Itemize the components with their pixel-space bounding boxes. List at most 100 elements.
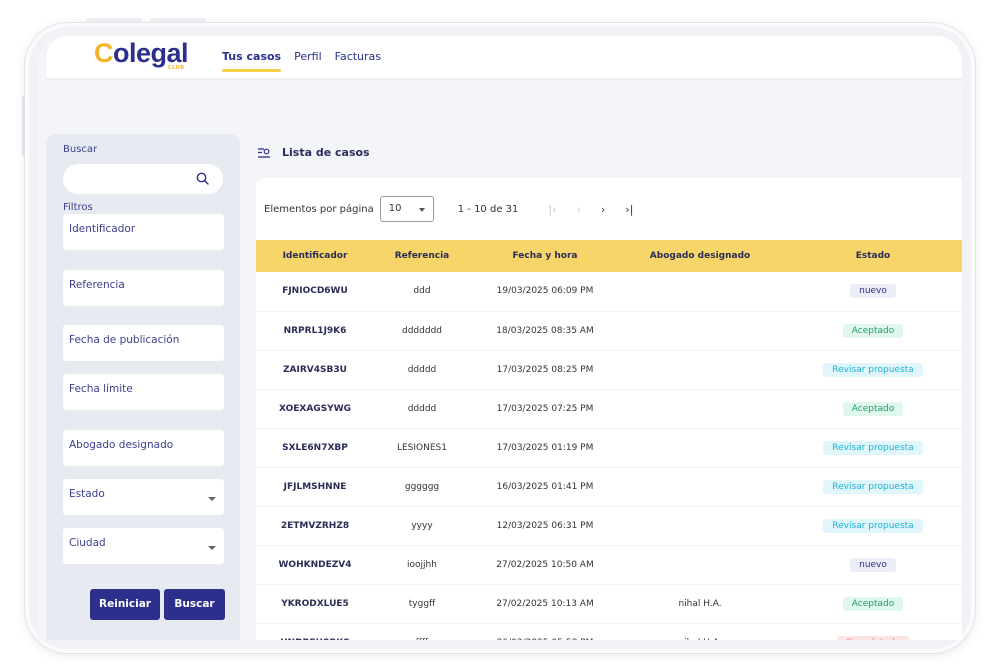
filter-abogado-designado[interactable]: Abogado designado xyxy=(63,430,224,466)
device-side-button xyxy=(22,96,25,156)
search-input[interactable] xyxy=(63,164,223,194)
cell-referencia: yyyy xyxy=(411,520,433,531)
cell-estado: Revisar propuesta xyxy=(780,428,962,467)
column-header[interactable]: Referencia xyxy=(374,240,470,272)
pagination-bar: Elementos por página 10 1 - 10 de 31 |‹ … xyxy=(264,196,633,222)
cell-identificador: ZAIRV4SB3U xyxy=(283,364,347,375)
cell-fecha: 12/03/2025 06:31 PM xyxy=(496,520,594,531)
status-badge: nuevo xyxy=(850,557,896,572)
table-row[interactable]: 2ETMVZRHZ8 yyyy 12/03/2025 06:31 PM Revisar… xyxy=(256,506,962,545)
search-label: Buscar xyxy=(63,144,98,155)
nav-item-tus-casos[interactable]: Tus casos xyxy=(222,50,282,72)
pagination-range: 1 - 10 de 31 xyxy=(457,203,519,215)
table-row[interactable]: SXLE6N7XBP LESIONES1 17/03/2025 01:19 PM Re… xyxy=(256,428,962,467)
filter-identificador[interactable]: Identificador xyxy=(63,214,224,250)
search-icon[interactable] xyxy=(196,172,209,185)
table-row[interactable]: UNDREUSBKSffff26/02/2025 05:58 PMnihal H… xyxy=(256,623,962,640)
cell-fecha: 26/02/2025 05:58 PM xyxy=(470,623,620,641)
table-row[interactable]: WOHKNDEZV4 ioojjhh 27/02/2025 10:50 AM nuev… xyxy=(256,545,962,584)
table-row[interactable]: NRPRL1J9K6 ddddddd 18/03/2025 08:35 AM Acep… xyxy=(256,311,962,350)
cell-identificador: NRPRL1J9K6 xyxy=(283,325,347,336)
device-top-button xyxy=(150,18,206,22)
cell-abogado: nihal H.A. xyxy=(678,598,722,609)
cell-referencia: ffff xyxy=(374,623,470,641)
cell-referencia: gggggg xyxy=(404,481,440,492)
cell-abogado xyxy=(620,272,780,311)
cell-estado: Completado xyxy=(780,623,962,640)
last-page-icon[interactable]: ›| xyxy=(625,203,633,216)
field-label: Abogado designado xyxy=(69,439,174,451)
table-row[interactable]: ZAIRV4SB3U ddddd 17/03/2025 08:25 PM Revisa… xyxy=(256,350,962,389)
status-badge: Aceptado xyxy=(842,596,904,611)
field-label: Fecha límite xyxy=(69,383,133,395)
chevron-down-icon xyxy=(418,208,425,212)
field-label: Ciudad xyxy=(69,537,106,549)
column-header[interactable]: Estado xyxy=(780,240,962,272)
status-badge: Revisar propuesta xyxy=(823,362,923,377)
cell-referencia: LESIONES1 xyxy=(396,442,447,453)
status-badge: Revisar propuesta xyxy=(823,479,923,494)
cell-identificador: UNDREUSBKS xyxy=(256,623,374,641)
cell-referencia: ioojjhh xyxy=(407,559,437,570)
logo-tagline: CLUB xyxy=(168,65,185,71)
cell-fecha: 17/03/2025 07:25 PM xyxy=(496,403,594,414)
filter-sidebar: Buscar Filtros Identificador Referencia … xyxy=(46,134,240,640)
nav-item-perfil[interactable]: Perfil xyxy=(294,50,322,63)
cell-identificador: 2ETMVZRHZ8 xyxy=(280,520,350,531)
column-header[interactable]: Fecha y hora xyxy=(470,240,620,272)
cell-identificador: JFJLMSHNNE xyxy=(283,481,347,492)
cell-estado: Aceptado xyxy=(780,389,962,428)
filter-estado-select[interactable]: Estado xyxy=(63,479,224,515)
status-badge: Aceptado xyxy=(842,401,904,416)
cell-fecha: 27/02/2025 10:13 AM xyxy=(496,598,594,609)
cell-identificador: XOEXAGSYWG xyxy=(278,403,352,414)
next-page-icon[interactable]: › xyxy=(601,203,605,216)
status-badge: Aceptado xyxy=(842,323,904,338)
cell-estado: Aceptado xyxy=(780,584,962,623)
cell-fecha: 19/03/2025 06:09 PM xyxy=(496,286,594,297)
cell-identificador: WOHKNDEZV4 xyxy=(278,559,352,570)
cell-fecha: 17/03/2025 08:25 PM xyxy=(496,364,594,375)
cases-table: Identificador Referencia Fecha y hora Ab… xyxy=(256,240,962,640)
cell-abogado: nihal H.A. xyxy=(620,623,780,641)
cell-estado: nuevo xyxy=(780,545,962,584)
filters-label: Filtros xyxy=(63,202,93,213)
field-label: Fecha de publicación xyxy=(69,334,180,346)
per-page-value: 10 xyxy=(388,203,402,214)
column-header[interactable]: Identificador xyxy=(256,240,374,272)
status-badge: Revisar propuesta xyxy=(823,440,923,455)
status-badge: Revisar propuesta xyxy=(823,518,923,533)
first-page-icon[interactable]: |‹ xyxy=(548,203,556,216)
cell-fecha: 18/03/2025 08:35 AM xyxy=(496,325,594,336)
cell-referencia: ddddd xyxy=(407,364,437,375)
chevron-down-icon xyxy=(208,546,216,550)
prev-page-icon[interactable]: ‹ xyxy=(576,203,580,216)
table-header-row: Identificador Referencia Fecha y hora Ab… xyxy=(256,240,962,272)
cell-abogado xyxy=(620,311,780,350)
field-label: Identificador xyxy=(69,223,136,235)
cell-abogado xyxy=(620,350,780,389)
nav-item-facturas[interactable]: Facturas xyxy=(335,50,381,63)
table-row[interactable]: FJNIOCD6WU ddd 19/03/2025 06:09 PM nuevo xyxy=(256,272,962,311)
column-header[interactable]: Abogado designado xyxy=(620,240,780,272)
filter-referencia[interactable]: Referencia xyxy=(63,270,224,306)
search-button[interactable]: Buscar xyxy=(164,589,225,620)
table-row[interactable]: JFJLMSHNNE gggggg 16/03/2025 01:41 PM Revis… xyxy=(256,467,962,506)
cell-referencia: ddddddd xyxy=(402,325,442,336)
filter-fecha-publicacion[interactable]: Fecha de publicación xyxy=(63,325,224,361)
field-label: Referencia xyxy=(69,279,125,291)
table-row[interactable]: YKRODXLUE5 tyggff 27/02/2025 10:13 AM nihal… xyxy=(256,584,962,623)
filter-ciudad-select[interactable]: Ciudad xyxy=(63,528,224,564)
app-screen: Colegal CLUB Tus casos Perfil Facturas B… xyxy=(38,36,962,640)
cell-estado: Revisar propuesta xyxy=(780,467,962,506)
cell-estado: Revisar propuesta xyxy=(780,350,962,389)
page-title: Lista de casos xyxy=(258,146,370,159)
filter-fecha-limite[interactable]: Fecha límite xyxy=(63,374,224,410)
per-page-label: Elementos por página xyxy=(264,203,374,215)
cell-abogado xyxy=(620,467,780,506)
cell-referencia: ddddd xyxy=(407,403,437,414)
per-page-select[interactable]: 10 xyxy=(379,196,434,222)
reset-button[interactable]: Reiniciar xyxy=(90,589,160,620)
table-row[interactable]: XOEXAGSYWG ddddd 17/03/2025 07:25 PM Acepta… xyxy=(256,389,962,428)
cell-identificador: SXLE6N7XBP xyxy=(282,442,348,453)
